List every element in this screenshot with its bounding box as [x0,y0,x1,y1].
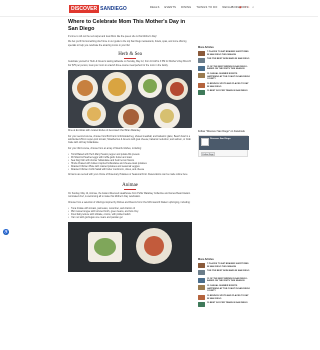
article-thumbnail [198,51,205,56]
sidebar-article-title: 15 OF THE BEST BREWS IN SAN DIEGO: BASED… [207,65,248,71]
sidebar-article-title: 15 CASUAL SUMMER EVENTS HAPPENING AT THE… [207,72,250,81]
article-thumbnail [198,90,205,96]
sidebar-article[interactable]: 10 BRUNCH SPOTS AND PLACES TO EAT IN SAN… [198,294,250,300]
sidebar-title: More Articles [198,258,214,261]
facebook-follow-button[interactable]: Follow Page [201,152,215,156]
article-title: Where to Celebrate Mom This Mother's Day… [68,19,186,32]
site-header: DISCOVER SANDIEGO DEALS EVENTS DINING TH… [0,0,318,17]
sidebar-article-title: 7 PLACES TO EAT BRAISED SHORT RIBS IN SA… [207,51,249,56]
article-thumbnail [198,302,205,308]
sidebar-article[interactable]: 15 CASUAL SUMMER EVENTS HAPPENING AT THE… [198,284,250,293]
site-logo[interactable]: DISCOVER SANDIEGO [69,4,127,13]
article-thumbnail [198,277,205,283]
facebook-page-logo [201,138,209,146]
search-icon[interactable]: ⌕ [252,5,254,10]
animae-paragraph-2: Choose from a selection of offerings ins… [68,201,191,204]
list-item: Yam noi with gochugaru ice cream and pan… [68,217,192,220]
sidebar-title: More Articles [198,46,214,49]
animae-menu-list: Tuna Imitate with tomato, parmesan, cucu… [68,208,192,220]
nav-item-deals[interactable]: DEALS [150,5,160,10]
section-heading-text: Herb & Sea [118,51,142,57]
article-thumbnail [198,72,205,78]
sidebar-article[interactable]: THE FIVE BEST SKIN BARS IN SAN DIEGO [198,58,250,64]
article: Where to Celebrate Mom This Mother's Day… [68,19,192,273]
article-thumbnail [198,284,205,290]
sidebar-articles: More Articles 7 PLACES TO EAT BRAISED SH… [198,46,250,97]
intro-paragraph-2: We bet you'll find something she'll love… [68,41,187,47]
social-icons: ◉ f t ⌕ [239,5,254,10]
section-heading-herb-sea: Herb & Sea [68,52,192,59]
article-thumbnail [198,82,205,88]
section-heading-text: Animae [122,183,138,189]
logo-text: SANDIEGO [100,5,127,12]
sidebar-article[interactable]: 10 BEST SOCCER TEAMS IN SAN DIEGO [198,90,250,96]
herb-sea-paragraph-1: Celebrate yourself or Herb & Ocean's tas… [68,61,192,67]
logo-mark: DISCOVER [69,4,100,13]
section-divider [124,189,136,191]
sidebar-article-title: THE FIVE BEST SKIN BARS IN SAN DIEGO [207,270,250,273]
food-spread-photo [68,70,192,129]
sidebar-article-title: 15 OF THE BEST BREWS IN SAN DIEGO: BASED… [207,277,248,283]
article-thumbnail [198,58,205,64]
instagram-icon[interactable]: ◉ [239,5,242,10]
article-thumbnail [198,263,205,268]
animae-paragraph-1: On Sunday, May 12, Animae, the Asian-inf… [68,193,191,199]
section-divider [124,57,136,59]
sidebar-article[interactable]: THE FIVE BEST SKIN BARS IN SAN DIEGO [198,270,250,276]
sidebar-article[interactable]: 7 PLACES TO EAT BRAISED SHORT RIBS IN SA… [198,263,250,268]
twitter-icon[interactable]: t [248,5,249,10]
section-heading-animae: Animae [68,183,192,191]
facebook-icon[interactable]: f [245,5,246,10]
sidebar-facebook: Follow "Discover San Diego" on Facebook … [198,130,250,157]
main-nav: DEALS EVENTS DINING THINGS TO DO NEIGHBO… [150,5,248,10]
sidebar-article[interactable]: 15 OF THE BEST BREWS IN SAN DIEGO: BASED… [198,277,250,283]
list-item: Roasted Chicken Cobb Salad with butter m… [68,169,192,172]
facebook-widget-title: Follow "Discover San Diego" on Facebook [198,130,245,133]
sidebar-article[interactable]: 15 OF THE BEST BREWS IN SAN DIEGO: BASED… [198,65,250,71]
sidebar-article-title: 10 BEST SOCCER TEAMS IN SAN DIEGO [207,90,248,93]
photo-caption: Dine at Encinitas with curated dishes of… [68,130,141,133]
facebook-page-name: Discover San Diego [210,138,231,140]
sidebar-article-title: 7 PLACES TO EAT BRAISED SHORT RIBS IN SA… [207,263,249,268]
sidebar-article[interactable]: 7 PLACES TO EAT BRAISED SHORT RIBS IN SA… [198,51,250,56]
sidebar-article[interactable]: 10 BRUNCH SPOTS AND PLACES TO EAT IN SAN… [198,82,250,88]
article-thumbnail [198,65,205,71]
sidebar-article-title: 15 CASUAL SUMMER EVENTS HAPPENING AT THE… [207,284,250,293]
sidebar-article-title: 10 BRUNCH SPOTS AND PLACES TO EAT IN SAN… [207,82,249,88]
nav-item-things-to-do[interactable]: THINGS TO DO [196,5,217,10]
sidebar-article[interactable]: 15 CASUAL SUMMER EVENTS HAPPENING AT THE… [198,72,250,81]
nav-item-events[interactable]: EVENTS [165,5,177,10]
animae-dish-photo [68,222,192,273]
article-thumbnail [198,294,205,300]
sidebar-articles-2: More Articles 7 PLACES TO EAT BRAISED SH… [198,258,250,309]
intro-paragraph-1: It's time to roll out the red carpet and… [68,35,157,38]
herb-sea-paragraph-4: All items are served with your choice of… [68,174,189,177]
accessibility-icon[interactable]: ♿ [3,229,9,235]
facebook-page-card[interactable]: Discover San Diego Follow Page [198,135,249,157]
herb-sea-paragraph-3: For your third course, choose from an ar… [68,148,142,151]
sidebar-article-title: 10 BRUNCH SPOTS AND PLACES TO EAT IN SAN… [207,294,249,300]
herb-sea-menu-list: Torrid Baked with Herb Mary Heaton peppe… [68,154,192,173]
sidebar-article-title: 10 BEST SOCCER TEAMS IN SAN DIEGO [207,302,248,305]
nav-item-dining[interactable]: DINING [181,5,191,10]
sidebar-article-title: THE FIVE BEST SKIN BARS IN SAN DIEGO [207,58,250,61]
sidebar-article[interactable]: 10 BEST SOCCER TEAMS IN SAN DIEGO [198,302,250,308]
article-thumbnail [198,270,205,276]
herb-sea-paragraph-2: For your second course, choose from Bird… [68,135,191,145]
